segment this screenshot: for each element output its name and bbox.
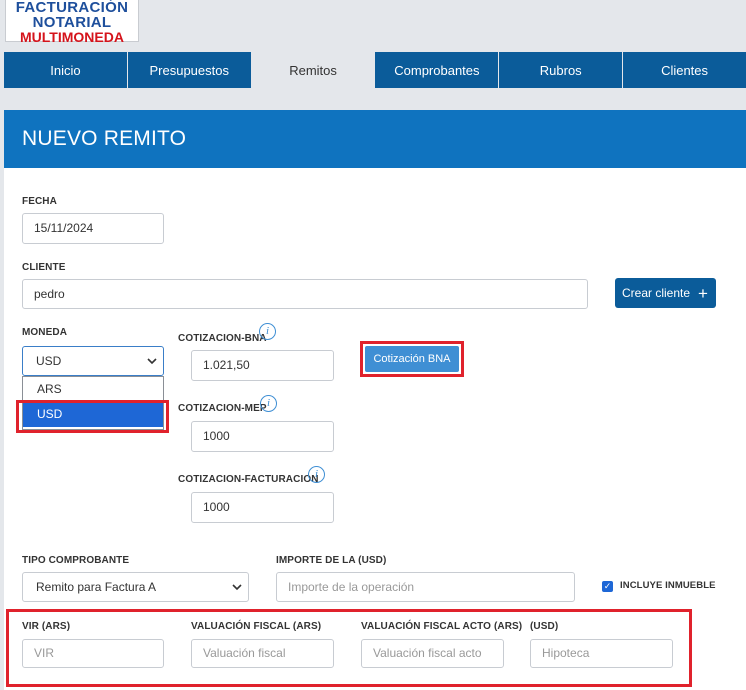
fecha-label: FECHA [22,196,57,207]
app-logo: FACTURACIÓN NOTARIAL MULTIMONEDA [5,0,139,45]
valuacion-fiscal-input[interactable]: Valuación fiscal [191,639,334,668]
main-nav: Inicio Presupuestos Remitos Comprobantes… [4,52,746,88]
tab-remitos[interactable]: Remitos [251,52,376,88]
tab-presupuestos[interactable]: Presupuestos [127,52,252,88]
incluye-inmueble-checkbox[interactable]: ✓ [602,581,613,592]
cotizacion-bna-label: COTIZACION-BNA [178,333,267,344]
moneda-select[interactable]: USD [22,346,164,376]
cotizacion-mep-input[interactable]: 1000 [191,421,334,452]
info-icon[interactable]: i [259,323,276,340]
info-icon[interactable]: i [260,395,277,412]
vir-label: VIR (ARS) [22,621,71,632]
hipoteca-label: (USD) [530,621,559,632]
usd-option-highlight [16,400,169,433]
chevron-down-icon [232,573,242,613]
cliente-input[interactable]: pedro [22,279,588,309]
fecha-input[interactable]: 15/11/2024 [22,213,164,244]
incluye-inmueble-label: INCLUYE INMUEBLE [620,580,716,591]
tab-inicio[interactable]: Inicio [4,52,128,88]
logo-line-2: NOTARIAL [32,14,112,31]
moneda-label: MONEDA [22,327,68,338]
cotizacion-facturacion-label: COTIZACION-FACTURACION [178,474,319,485]
vir-input[interactable]: VIR [22,639,164,668]
moneda-option-ars[interactable]: ARS [23,377,163,402]
hipoteca-input[interactable]: Hipoteca [530,639,673,668]
tab-rubros[interactable]: Rubros [499,52,624,88]
importe-input[interactable]: Importe de la operación [276,572,575,602]
cotizacion-facturacion-input[interactable]: 1000 [191,492,334,523]
valuacion-fiscal-acto-input[interactable]: Valuación fiscal acto [361,639,504,668]
page-title: NUEVO REMITO [4,110,746,168]
tab-clientes[interactable]: Clientes [623,52,746,88]
cotizacion-bna-highlight: Cotización BNA [360,341,464,377]
crear-cliente-button[interactable]: Crear cliente + [615,278,716,308]
importe-label: IMPORTE DE LA (USD) [276,555,387,566]
logo-line-3: MULTIMONEDA [20,29,124,45]
crear-cliente-label: Crear cliente [622,286,691,300]
plus-icon: + [698,283,708,303]
logo-line-1: FACTURACIÓN [15,0,129,16]
cotizacion-bna-input[interactable]: 1.021,50 [191,350,334,381]
info-icon[interactable]: i [308,466,325,483]
tipo-comprobante-value: Remito para Factura A [36,580,157,594]
moneda-selected-value: USD [36,354,62,368]
cotizacion-mep-label: COTIZACION-MEP [178,403,267,414]
cliente-label: CLIENTE [22,262,66,273]
valuacion-fiscal-label: VALUACIÓN FISCAL (ARS) [191,621,322,632]
valuacion-fiscal-acto-label: VALUACIÓN FISCAL ACTO (ARS) [361,621,523,632]
cotizacion-bna-button[interactable]: Cotización BNA [365,346,459,372]
tipo-comprobante-select[interactable]: Remito para Factura A [22,572,249,602]
tipo-comprobante-label: TIPO COMPROBANTE [22,555,130,566]
remito-form-panel: NUEVO REMITO FECHA 15/11/2024 CLIENTE pe… [4,110,746,690]
tab-comprobantes[interactable]: Comprobantes [375,52,500,88]
